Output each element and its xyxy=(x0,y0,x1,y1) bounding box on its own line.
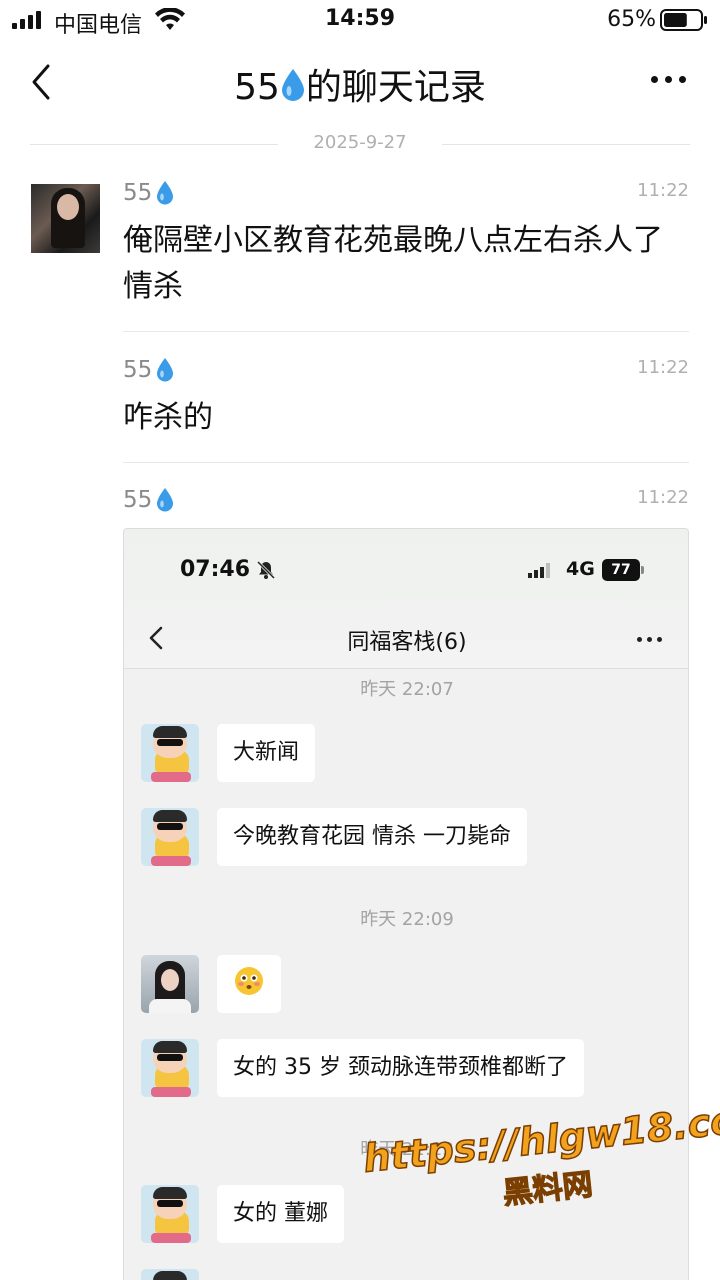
screenshot-chat-bubble xyxy=(217,955,281,1013)
screenshot-header: 07:46 4G 77 同福客栈(6) xyxy=(124,529,688,669)
battery-icon xyxy=(660,9,707,31)
cartoon-avatar xyxy=(141,1185,199,1243)
message-item: 55 11:22 xyxy=(123,487,689,523)
message-time: 11:22 xyxy=(637,487,689,508)
date-label: 2025-9-27 xyxy=(313,132,407,153)
screenshot-chat-bubble: 女的 35 岁 颈动脉连带颈椎都断了 xyxy=(217,1039,584,1097)
screenshot-signal-icon xyxy=(528,562,550,578)
screenshot-timestamp: 昨天 22:09 xyxy=(360,909,454,930)
message-sender: 55 xyxy=(123,180,174,206)
message-item: 55 11:22 俺隔壁小区教育花苑最晚八点左右杀人了 情杀 xyxy=(123,180,689,310)
screenshot-battery: 77 xyxy=(602,559,644,581)
status-bar: 中国电信 14:59 65% xyxy=(0,0,720,40)
water-drop-icon xyxy=(157,358,174,382)
screenshot-network: 4G xyxy=(566,558,595,580)
message-text: 咋杀的 xyxy=(123,400,213,435)
message-time: 11:22 xyxy=(637,357,689,378)
message-text: 俺隔壁小区教育花苑最晚八点左右杀人了 情杀 xyxy=(123,223,663,304)
message-sender: 55 xyxy=(123,357,174,383)
screenshot-timestamp: 昨天 22:07 xyxy=(360,679,454,700)
title-suffix: 的聊天记录 xyxy=(305,67,486,108)
message-sender: 55 xyxy=(123,487,174,513)
more-options-icon[interactable] xyxy=(651,76,686,83)
screenshot-chat-bubble: 大新闻 xyxy=(217,724,316,782)
cartoon-avatar xyxy=(141,808,199,866)
message-item: 55 11:22 咋杀的 xyxy=(123,357,689,437)
water-drop-icon xyxy=(157,488,174,512)
sender-avatar[interactable] xyxy=(31,184,100,253)
date-separator: 2025-9-27 xyxy=(30,132,690,156)
cartoon-avatar xyxy=(141,1269,199,1280)
screenshot-chat-bubble: 女的 董娜 xyxy=(217,1185,344,1243)
nav-bar: 55 的聊天记录 xyxy=(0,46,720,116)
screenshot-chat-title: 同福客栈(6) xyxy=(347,630,467,655)
bell-muted-icon xyxy=(256,560,276,579)
screenshot-chat-bubble: 今晚教育花园 情杀 一刀毙命 xyxy=(217,808,527,866)
screenshot-status-time: 07:46 xyxy=(180,557,276,582)
water-drop-icon xyxy=(157,181,174,205)
screenshot-more-icon xyxy=(637,637,662,642)
water-drop-icon xyxy=(281,69,304,101)
message-divider xyxy=(123,462,689,463)
battery-percentage: 65% xyxy=(607,7,656,32)
girl-avatar xyxy=(141,955,199,1013)
message-time: 11:22 xyxy=(637,180,689,201)
flushed-face-icon xyxy=(235,967,263,995)
cartoon-avatar xyxy=(141,724,199,782)
title-sender: 55 xyxy=(234,67,280,108)
message-divider xyxy=(123,331,689,332)
cartoon-avatar xyxy=(141,1039,199,1097)
page-title: 55 的聊天记录 xyxy=(0,58,720,110)
